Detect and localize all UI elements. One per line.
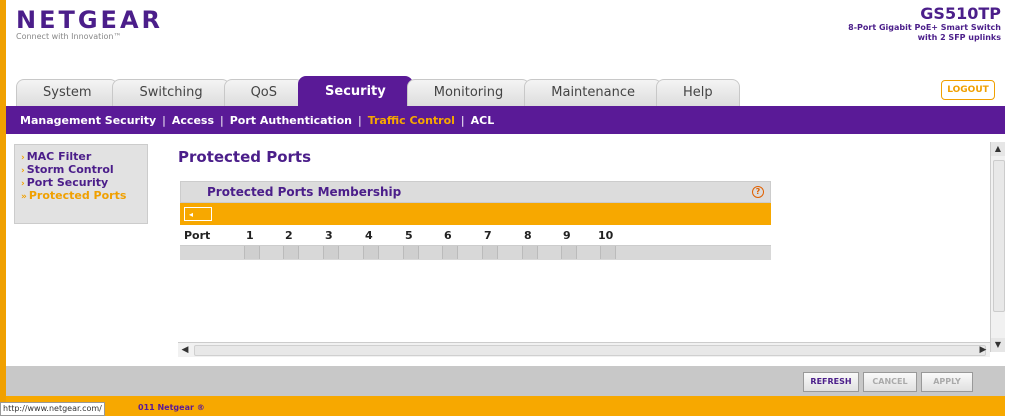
subnav-separator: | [220, 113, 224, 127]
page-title: Protected Ports [178, 148, 312, 166]
tab-monitoring[interactable]: Monitoring [406, 79, 531, 107]
port-1-checkbox[interactable] [244, 246, 260, 259]
bullet-icon: » [21, 192, 27, 202]
device-model: GS510TP 8-Port Gigabit PoE+ Smart Switch… [848, 4, 1001, 43]
apply-button[interactable]: APPLY [921, 372, 973, 392]
subnav-separator: | [162, 113, 166, 127]
side-item-label: MAC Filter [26, 150, 92, 163]
horizontal-scrollbar[interactable]: ◀ ▶ [178, 342, 990, 357]
side-item-label: Protected Ports [28, 189, 127, 202]
port-9-checkbox[interactable] [561, 246, 577, 259]
port-7-checkbox[interactable] [482, 246, 498, 259]
netgear-logo: NETGEAR Connect with Innovation™ [16, 6, 163, 41]
model-desc-1: 8-Port Gigabit PoE+ Smart Switch [848, 23, 1001, 32]
subnav-acl[interactable]: ACL [471, 114, 495, 127]
port-number: 10 [598, 229, 614, 242]
security-subnav: Management Security | Access | Port Auth… [6, 106, 1005, 134]
subnav-access[interactable]: Access [172, 114, 214, 127]
subnav-separator: | [460, 113, 465, 127]
port-number: 5 [405, 229, 413, 242]
side-menu: › MAC Filter › Storm Control › Port Securit… [14, 144, 148, 224]
tab-maintenance[interactable]: Maintenance [524, 79, 662, 107]
scroll-left-icon[interactable]: ◀ [178, 343, 192, 357]
port-label: Port [184, 229, 211, 242]
port-10-checkbox[interactable] [600, 246, 616, 259]
subnav-traffic-control[interactable]: Traffic Control [368, 114, 455, 127]
main-tabs: System Switching QoS Security Monitoring… [16, 76, 740, 107]
port-number: 7 [484, 229, 492, 242]
subnav-separator: | [357, 113, 362, 127]
panel-title: Protected Ports Membership [207, 185, 402, 199]
port-header-row: Port 1 2 3 4 5 6 7 8 9 10 [180, 225, 771, 245]
logout-button[interactable]: LOGOUT [941, 80, 995, 100]
copyright: 011 Netgear ® [138, 403, 205, 412]
tab-system[interactable]: System [16, 79, 119, 107]
protected-ports-panel: Protected Ports Membership ? ◂ Port 1 2 … [180, 181, 771, 261]
port-5-checkbox[interactable] [403, 246, 419, 259]
horizontal-scroll-thumb[interactable] [194, 345, 986, 356]
collapse-icon[interactable]: ◂ [184, 207, 212, 221]
vertical-scrollbar[interactable]: ▲ ▼ [990, 142, 1005, 352]
port-2-checkbox[interactable] [283, 246, 299, 259]
model-name: GS510TP [920, 4, 1001, 23]
port-4-checkbox[interactable] [363, 246, 379, 259]
app-frame: NETGEAR Connect with Innovation™ GS510TP… [0, 0, 1005, 416]
panel-header: Protected Ports Membership ? [180, 181, 771, 203]
subnav-management-security[interactable]: Management Security [20, 114, 156, 127]
panel-toolbar: ◂ [180, 203, 771, 225]
tab-switching[interactable]: Switching [112, 79, 230, 107]
port-8-checkbox[interactable] [522, 246, 538, 259]
model-desc-2: with 2 SFP uplinks [917, 33, 1001, 42]
bullet-icon: › [21, 153, 25, 163]
scroll-up-icon[interactable]: ▲ [991, 142, 1005, 156]
refresh-button[interactable]: REFRESH [803, 372, 859, 392]
port-3-checkbox[interactable] [323, 246, 339, 259]
status-url: http://www.netgear.com/ [0, 402, 105, 416]
scroll-right-icon[interactable]: ▶ [976, 343, 990, 357]
side-item-label: Storm Control [26, 163, 114, 176]
content-area: › MAC Filter › Storm Control › Port Securit… [6, 134, 1005, 367]
brand-name: NETGEAR [16, 6, 163, 34]
tab-qos[interactable]: QoS [223, 79, 305, 107]
bullet-icon: › [21, 179, 25, 189]
tab-security[interactable]: Security [298, 76, 413, 107]
subnav-port-authentication[interactable]: Port Authentication [230, 114, 352, 127]
help-icon[interactable]: ? [752, 186, 764, 198]
port-number: 9 [563, 229, 571, 242]
vertical-scroll-thumb[interactable] [993, 160, 1005, 312]
tab-help[interactable]: Help [656, 79, 740, 107]
port-membership-row [180, 245, 771, 260]
bullet-icon: › [21, 166, 25, 176]
port-6-checkbox[interactable] [442, 246, 458, 259]
port-number: 3 [325, 229, 333, 242]
action-footer: REFRESH CANCEL APPLY [6, 366, 1005, 396]
port-number: 4 [365, 229, 373, 242]
scroll-down-icon[interactable]: ▼ [991, 338, 1005, 352]
side-item-label: Port Security [26, 176, 109, 189]
port-number: 2 [285, 229, 293, 242]
side-item-protected-ports[interactable]: » Protected Ports [15, 190, 147, 203]
port-number: 8 [524, 229, 532, 242]
port-number: 1 [246, 229, 254, 242]
port-number: 6 [444, 229, 452, 242]
cancel-button[interactable]: CANCEL [863, 372, 917, 392]
